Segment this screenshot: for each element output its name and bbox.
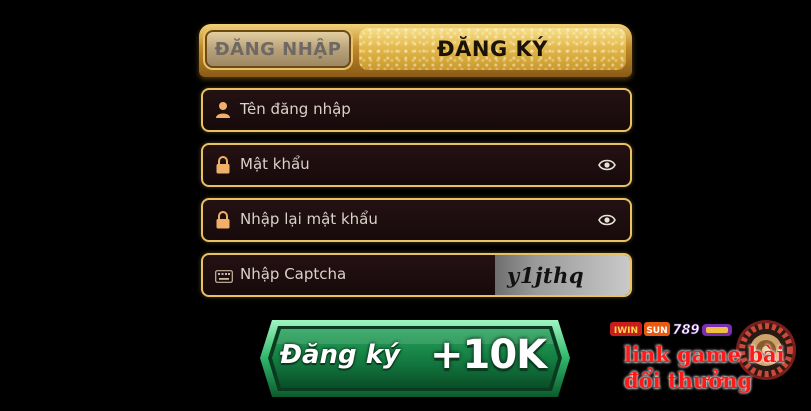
auth-tabs: ĐĂNG NHẬP ĐĂNG KÝ [199, 24, 632, 77]
username-placeholder: Tên đăng nhập [240, 100, 351, 118]
keyboard-icon [215, 268, 233, 283]
password-field[interactable]: Mật khẩu [201, 143, 632, 187]
lock-icon [215, 211, 231, 229]
user-icon [215, 101, 231, 119]
lock-icon [215, 156, 231, 174]
password-placeholder: Mật khẩu [240, 155, 310, 173]
register-button-label: Đăng ký [280, 340, 400, 370]
register-bonus: +10K [430, 332, 547, 378]
watermark-line-2: đổi thưởng [624, 368, 753, 393]
tab-login[interactable]: ĐĂNG NHẬP [205, 30, 351, 68]
confirm-password-placeholder: Nhập lại mật khẩu [240, 210, 378, 228]
eye-icon[interactable] [598, 212, 616, 228]
tab-register[interactable]: ĐĂNG KÝ [359, 28, 626, 70]
watermark-line-1: link game bài [624, 342, 785, 367]
captcha-image[interactable]: y1jthq [495, 255, 630, 295]
register-button[interactable]: Đăng ký +10K [258, 318, 572, 399]
captcha-field[interactable]: Nhập Captcha y1jthq [201, 253, 632, 297]
confirm-password-field[interactable]: Nhập lại mật khẩu [201, 198, 632, 242]
watermark: IWIN SUN 789 link game bài đổi thưởng [608, 316, 808, 408]
game-logos: IWIN SUN 789 [610, 322, 732, 338]
username-field[interactable]: Tên đăng nhập [201, 88, 632, 132]
svg-text:789: 789 [672, 323, 699, 338]
svg-text:IWIN: IWIN [614, 326, 638, 336]
eye-icon[interactable] [598, 157, 616, 173]
captcha-placeholder: Nhập Captcha [240, 265, 347, 283]
svg-text:SUN: SUN [646, 326, 667, 336]
